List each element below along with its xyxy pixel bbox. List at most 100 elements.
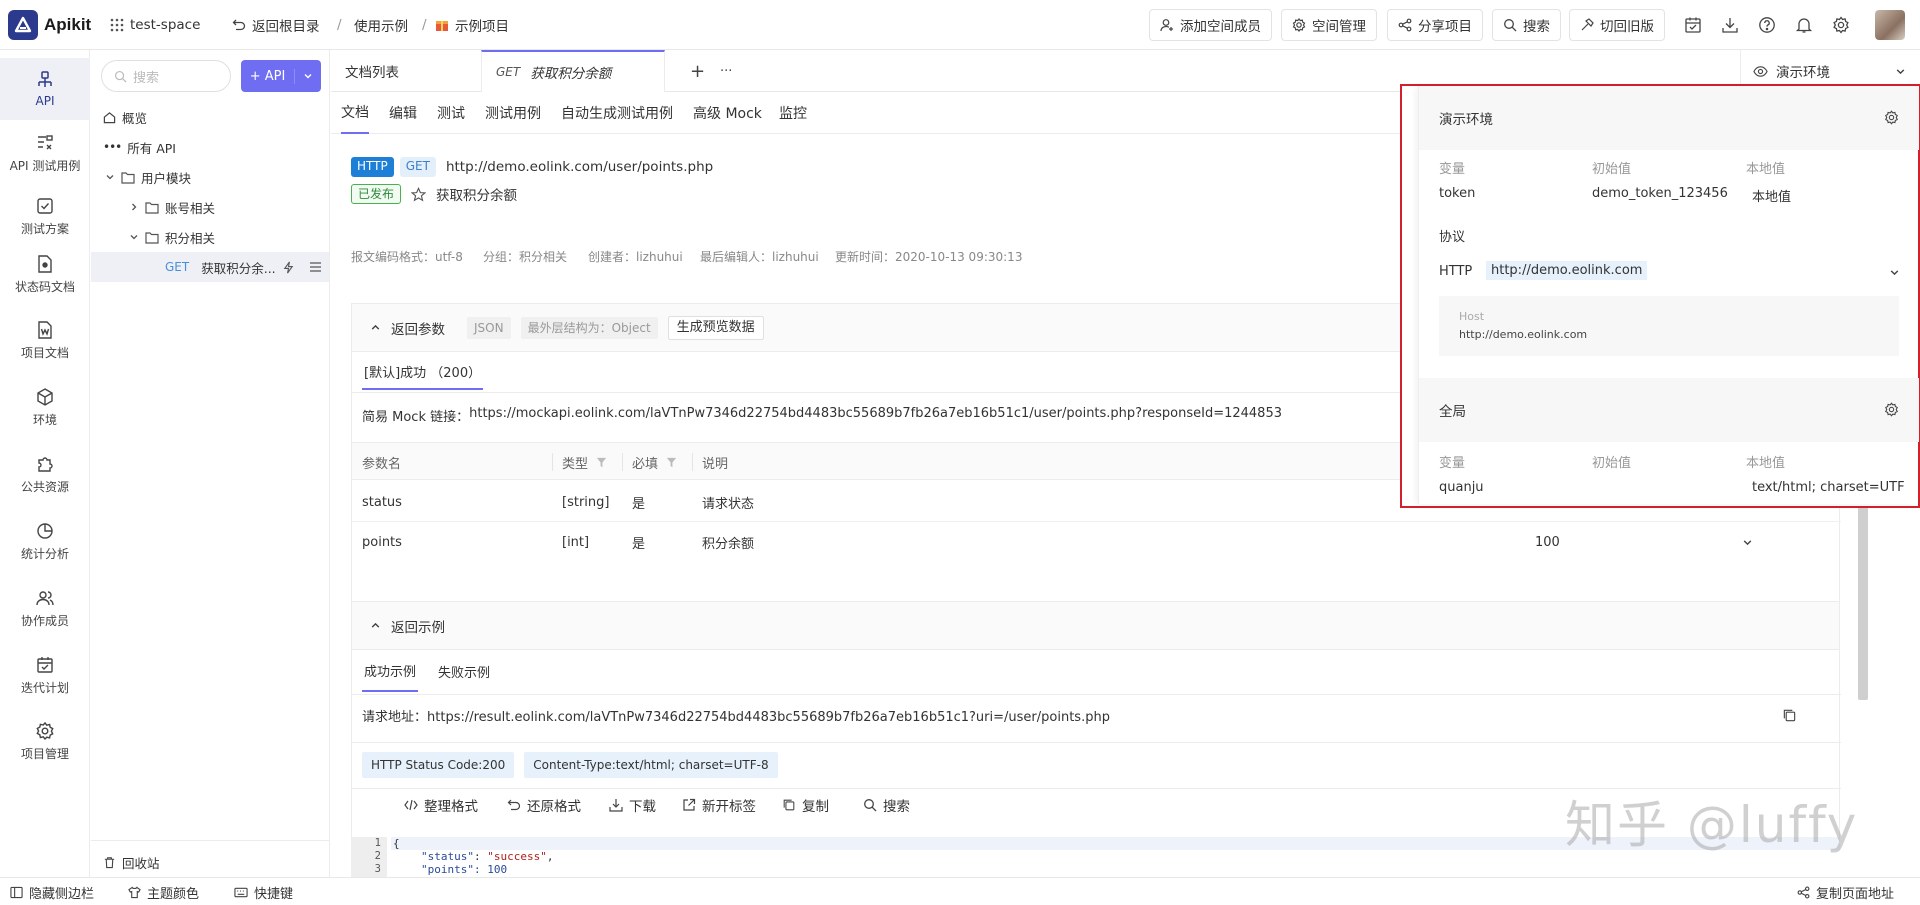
status-label: 快捷键 — [254, 886, 294, 902]
share-project-button[interactable]: 分享项目 — [1387, 9, 1483, 41]
table-row[interactable]: points [int] 是 积分余额 100 — [352, 522, 1841, 562]
subtab-test[interactable]: 测试 — [437, 92, 465, 134]
add-api-button[interactable]: + API — [241, 60, 321, 92]
bell-icon[interactable] — [1795, 16, 1813, 34]
search-button[interactable]: 搜索 — [1492, 9, 1561, 41]
return-example-header[interactable]: 返回示例 — [352, 602, 1839, 650]
gear-icon — [35, 721, 55, 741]
request-url[interactable]: https://result.eolink.com/laVTnPw7346d22… — [427, 710, 1110, 725]
tab-success-example[interactable]: 成功示例 — [362, 650, 419, 692]
eye-icon — [1753, 64, 1768, 79]
help-icon[interactable] — [1758, 16, 1776, 34]
copy-icon[interactable] — [1782, 708, 1797, 723]
tree-item-points[interactable]: 积分相关 — [91, 222, 329, 252]
nav-item-public-resources[interactable]: 公共资源 — [0, 444, 90, 504]
format-button[interactable]: 整理格式 — [404, 788, 478, 822]
meta-encoding: 报文编码格式：utf-8 — [351, 250, 463, 264]
code-search-button[interactable]: 搜索 — [863, 788, 910, 822]
breadcrumb-item-usage[interactable]: 使用示例 — [354, 0, 408, 50]
subtab-label: 监控 — [779, 106, 807, 122]
switch-old-button[interactable]: 切回旧版 — [1569, 9, 1665, 41]
download-button[interactable]: 下载 — [609, 788, 656, 822]
gear-icon[interactable] — [1884, 402, 1899, 417]
hide-sidebar-button[interactable]: 隐藏侧边栏 — [10, 878, 94, 905]
nav-item-api[interactable]: API — [0, 58, 90, 120]
copy-page-url-button[interactable]: 复制页面地址 — [1797, 878, 1894, 905]
chevron-down-icon[interactable] — [1889, 267, 1900, 278]
open-new-tab-button[interactable]: 新开标签 — [682, 788, 756, 822]
filter-icon[interactable] — [596, 457, 607, 468]
search-label: 搜索 — [1523, 19, 1550, 35]
env-var-local[interactable]: 本地值 — [1752, 186, 1791, 205]
protocol-badge: HTTP — [351, 157, 394, 177]
nav-item-project-doc[interactable]: 项目文档 — [0, 310, 90, 370]
nav-item-test-case[interactable]: API 测试用例 — [0, 120, 90, 186]
nav-item-environment[interactable]: 环境 — [0, 377, 90, 437]
nav-item-statistics[interactable]: 统计分析 — [0, 511, 90, 571]
tab-doc-list[interactable]: 文档列表 — [331, 50, 481, 92]
th-label: 必填 — [632, 456, 659, 472]
add-member-button[interactable]: 添加空间成员 — [1149, 9, 1272, 41]
subtab-advanced-mock[interactable]: 高级 Mock — [693, 92, 762, 134]
subtab-edit[interactable]: 编辑 — [389, 92, 417, 134]
chevron-down-icon — [105, 172, 115, 182]
subtab-monitor[interactable]: 监控 — [779, 92, 807, 134]
tree-item-account[interactable]: 账号相关 — [91, 192, 329, 222]
calendar-check-icon[interactable] — [1684, 16, 1702, 34]
nav-item-project-manage[interactable]: 项目管理 — [0, 711, 90, 771]
app-logo[interactable]: Apikit — [8, 10, 91, 40]
back-root-link[interactable]: 返回根目录 — [232, 0, 320, 50]
environment-icon — [35, 387, 55, 407]
recycle-bin[interactable]: 回收站 — [91, 847, 329, 877]
settings-icon[interactable] — [1832, 16, 1850, 34]
generate-preview-button[interactable]: 生成预览数据 — [667, 315, 764, 340]
lightning-icon[interactable] — [282, 261, 295, 274]
gear-icon[interactable] — [1884, 110, 1899, 125]
tree-item-get-points[interactable]: GET 获取积分余... — [91, 252, 329, 282]
line-number: 3 — [374, 863, 381, 875]
subtab-auto-test-case[interactable]: 自动生成测试用例 — [561, 92, 673, 134]
more-tabs-button[interactable]: ··· — [706, 50, 746, 92]
response-tab-success[interactable]: [默认]成功 （200） — [362, 354, 484, 390]
vertical-scrollbar[interactable] — [1858, 500, 1868, 700]
restore-format-button[interactable]: 还原格式 — [507, 788, 581, 822]
nav-label: 公共资源 — [20, 479, 69, 494]
mock-link-line: 简易 Mock 链接： https://mockapi.eolink.com/l… — [362, 406, 1282, 425]
tree-item-user-module[interactable]: 用户模块 — [91, 162, 329, 192]
tab-fail-example[interactable]: 失败示例 — [438, 650, 490, 692]
space-switcher[interactable]: test-space — [110, 0, 200, 50]
subtab-doc[interactable]: 文档 — [341, 92, 369, 134]
tree-search-input[interactable]: 搜索 — [101, 60, 231, 92]
breadcrumb-item-project[interactable]: 示例项目 — [435, 0, 509, 50]
star-icon[interactable] — [411, 186, 427, 202]
mock-url[interactable]: https://mockapi.eolink.com/laVTnPw7346d2… — [469, 406, 1282, 425]
tab-get-points[interactable]: GET 获取积分余额 — [481, 50, 665, 92]
menu-icon[interactable] — [309, 261, 322, 273]
api-url-line: HTTP GET http://demo.eolink.com/user/poi… — [351, 157, 713, 177]
nav-item-test-plan[interactable]: 测试方案 — [0, 186, 90, 246]
shortcuts-button[interactable]: 快捷键 — [234, 878, 293, 905]
nav-item-iteration[interactable]: 迭代计划 — [0, 645, 90, 705]
external-link-icon — [682, 798, 696, 812]
col-header: 初始值 — [1592, 162, 1632, 177]
subtab-test-case[interactable]: 测试用例 — [485, 92, 541, 134]
avatar[interactable] — [1875, 10, 1905, 40]
theme-color-button[interactable]: 主题颜色 — [128, 878, 199, 905]
chevron-down-icon[interactable] — [1742, 522, 1753, 562]
tree-item-overview[interactable]: 概览 — [91, 102, 329, 132]
filter-icon[interactable] — [666, 457, 677, 468]
th-label: 说明 — [702, 456, 729, 472]
subtab-label: 编辑 — [389, 106, 417, 122]
download-icon[interactable] — [1721, 16, 1739, 34]
tree-item-all-api[interactable]: ••• 所有 API — [91, 132, 329, 162]
status-label: 主题颜色 — [147, 886, 200, 902]
protocol-url: http://demo.eolink.com — [1486, 261, 1648, 280]
nav-item-members[interactable]: 协作成员 — [0, 578, 90, 638]
space-manage-button[interactable]: 空间管理 — [1281, 9, 1377, 41]
nav-item-status-doc[interactable]: 状态码文档 — [0, 246, 90, 302]
chevron-down-icon[interactable] — [295, 71, 321, 81]
space-manage-label: 空间管理 — [1312, 19, 1366, 35]
env-var-local[interactable]: text/html; charset=UTF — [1752, 480, 1905, 495]
chevron-down-icon — [1895, 66, 1906, 77]
copy-button[interactable]: 复制 — [782, 788, 829, 822]
